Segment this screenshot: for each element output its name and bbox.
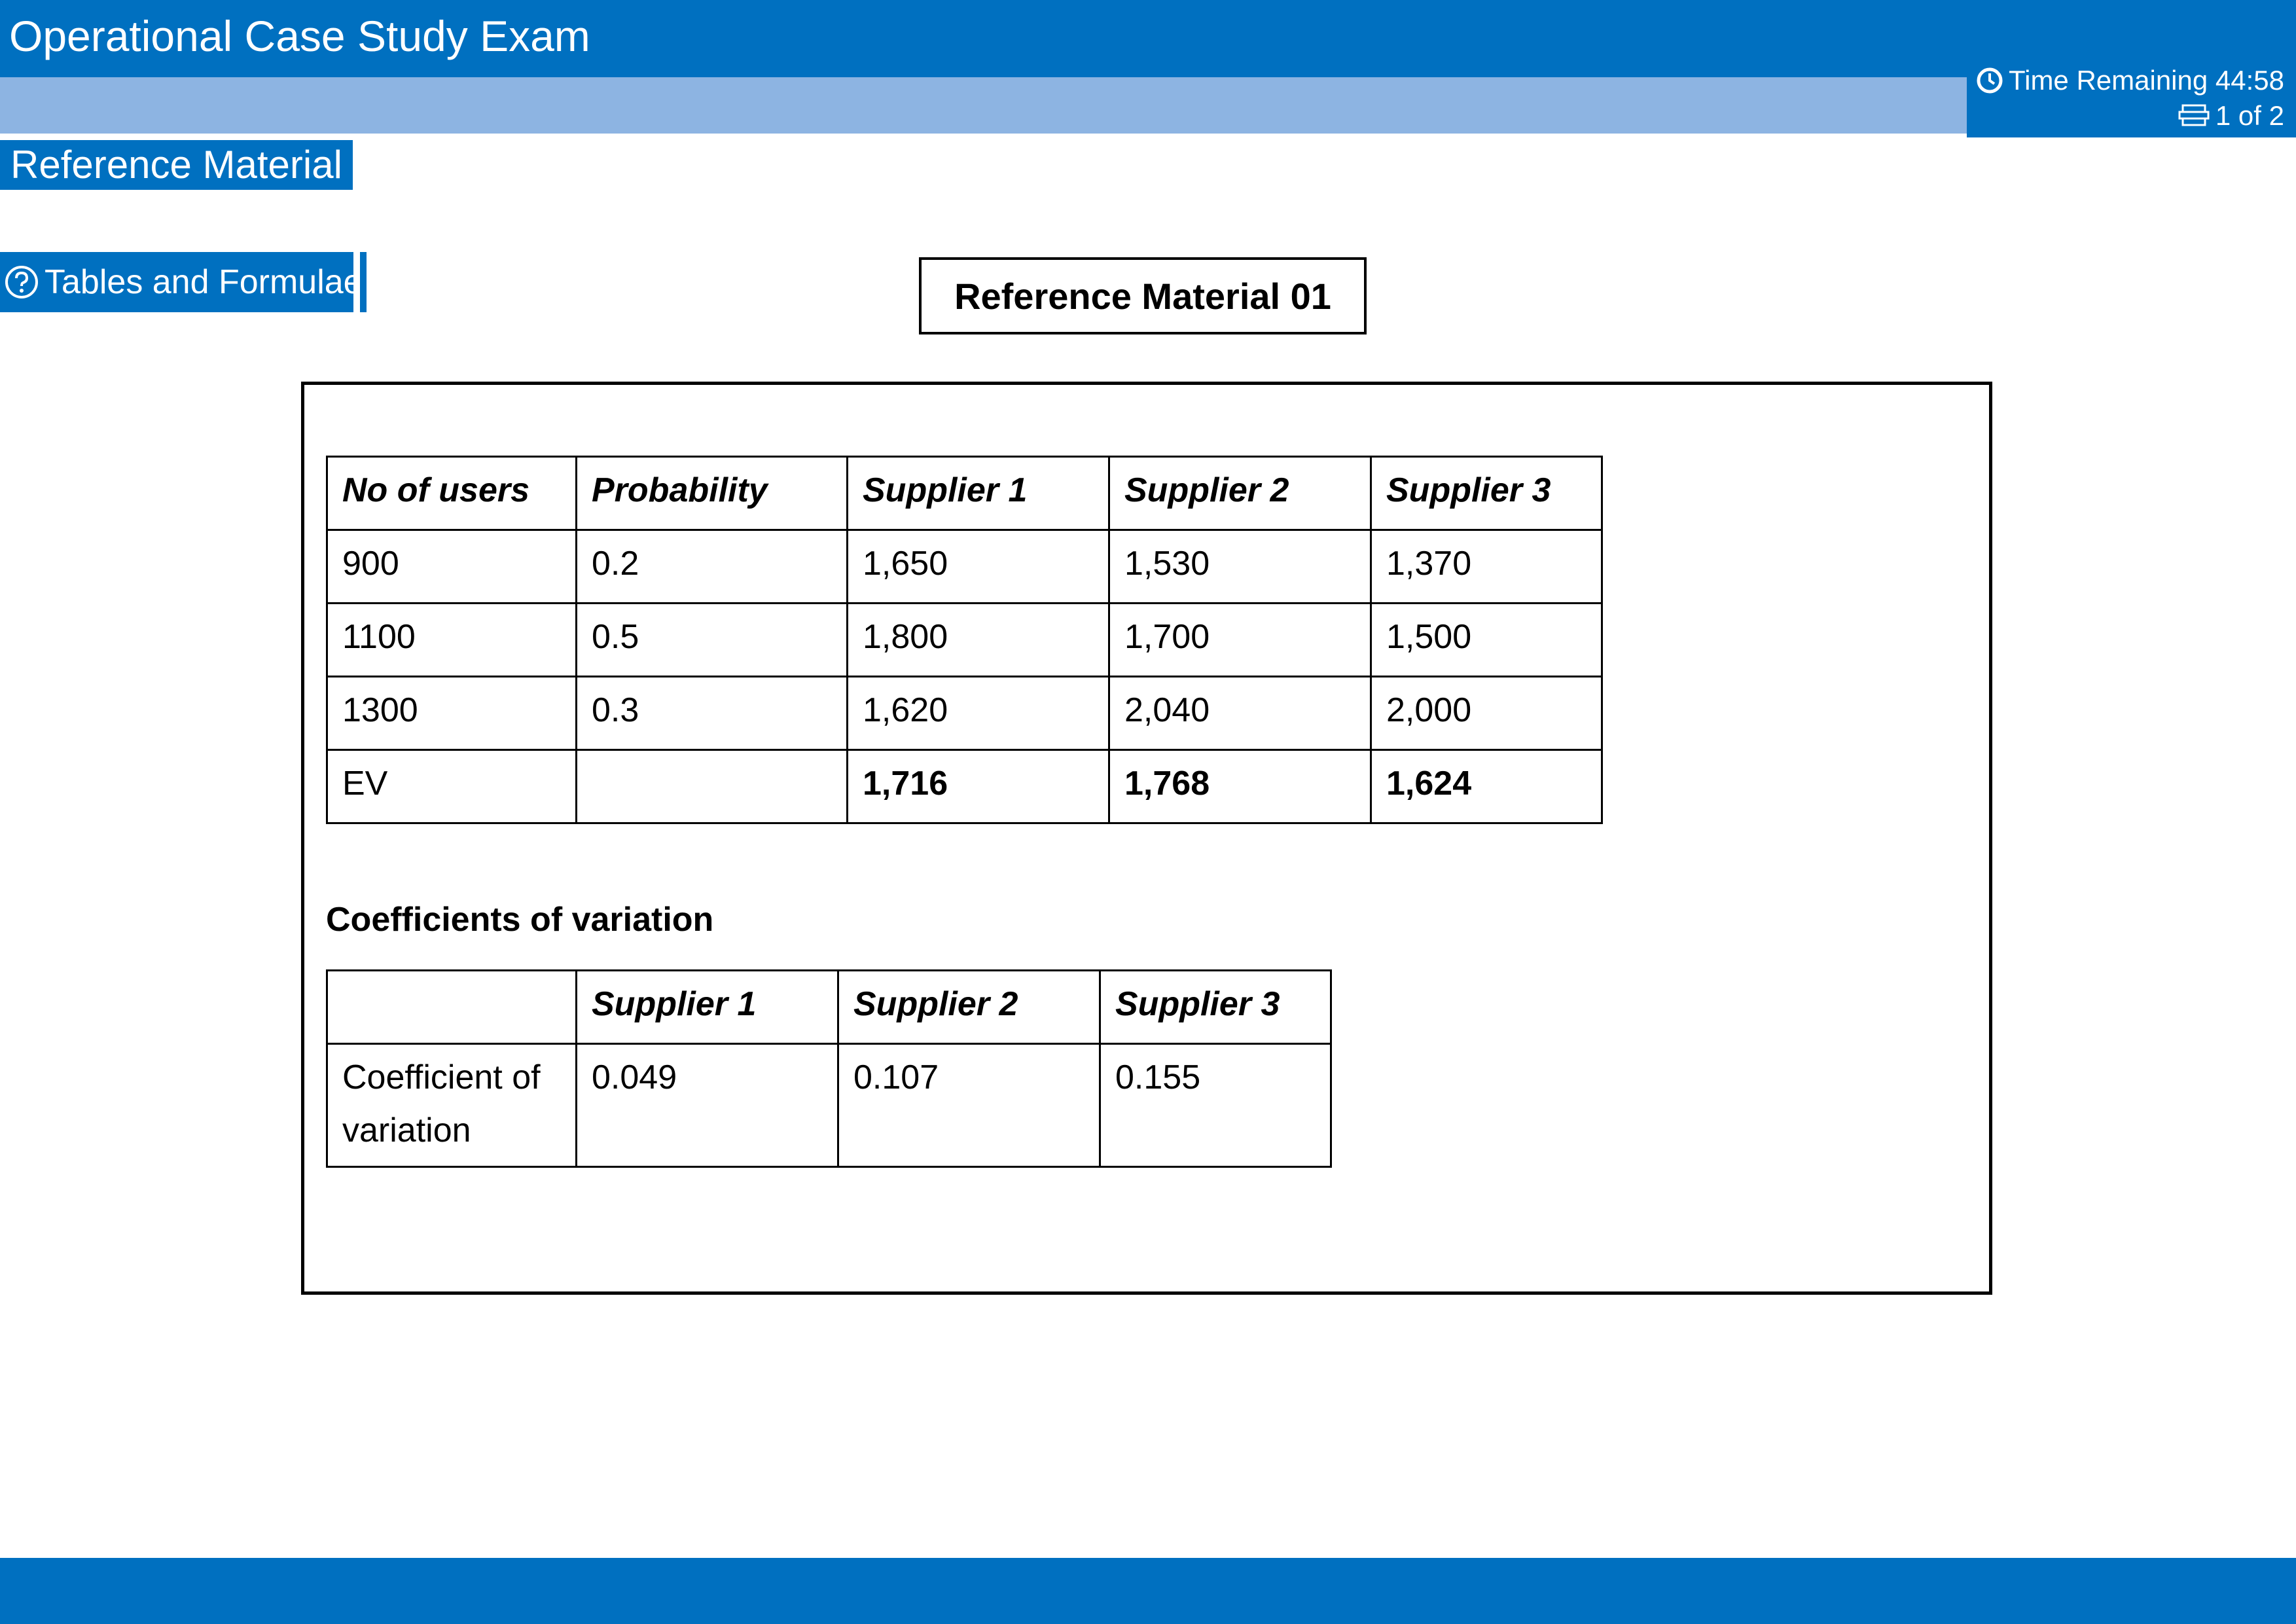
table-cell: 1100 — [326, 602, 577, 677]
table-cell: 0.5 — [575, 602, 848, 677]
table-header-row: No of users Probability Supplier 1 Suppl… — [326, 456, 1603, 531]
table-row: 1100 0.5 1,800 1,700 1,500 — [326, 602, 1603, 677]
column-header: Supplier 1 — [846, 456, 1110, 531]
table-cell: EV — [326, 749, 577, 824]
footer-bar — [0, 1558, 2296, 1624]
column-header: Supplier 2 — [1108, 456, 1372, 531]
table-row: 900 0.2 1,650 1,530 1,370 — [326, 529, 1603, 604]
expected-value-table: No of users Probability Supplier 1 Suppl… — [326, 456, 1603, 824]
page-indicator: 1 of 2 — [2178, 102, 2284, 130]
reference-material-heading: Reference Material 01 — [919, 257, 1367, 334]
table-cell: 1,620 — [846, 676, 1110, 751]
table-cell: 0.049 — [575, 1043, 839, 1168]
page-indicator-text: 1 of 2 — [2215, 100, 2284, 131]
table-cell: 1300 — [326, 676, 577, 751]
title-bar: Operational Case Study Exam — [0, 0, 2296, 77]
tables-and-formulae-label: Tables and Formulae — [45, 263, 363, 301]
app-title: Operational Case Study Exam — [9, 12, 590, 60]
table-cell: 1,370 — [1370, 529, 1603, 604]
exam-status-panel: Time Remaining 44:58 1 of 2 — [1967, 62, 2296, 137]
tables-and-formulae-button[interactable]: Tables and Formulae — [0, 252, 367, 312]
table-cell: 0.155 — [1099, 1043, 1332, 1168]
column-header: Supplier 1 — [575, 969, 839, 1045]
table-header-row: Supplier 1 Supplier 2 Supplier 3 — [326, 969, 1332, 1045]
table-cell: 1,500 — [1370, 602, 1603, 677]
table-cell — [575, 749, 848, 824]
table-row: Coefficient of variation 0.049 0.107 0.1… — [326, 1043, 1332, 1168]
clock-icon — [1977, 67, 2003, 94]
column-header: Probability — [575, 456, 848, 531]
table-cell: 900 — [326, 529, 577, 604]
sub-header-bar — [0, 77, 1967, 134]
column-header: No of users — [326, 456, 577, 531]
table-cell: 2,000 — [1370, 676, 1603, 751]
ev-value-cell: 1,624 — [1370, 749, 1603, 824]
column-header — [326, 969, 577, 1045]
column-header: Supplier 2 — [837, 969, 1101, 1045]
ev-value-cell: 1,768 — [1108, 749, 1372, 824]
coefficient-of-variation-table: Supplier 1 Supplier 2 Supplier 3 Coeffic… — [326, 969, 1332, 1168]
reference-material-frame: No of users Probability Supplier 1 Suppl… — [301, 382, 1992, 1295]
question-circle-icon — [5, 266, 38, 298]
table-cell: 1,700 — [1108, 602, 1372, 677]
table-cell: 0.2 — [575, 529, 848, 604]
column-header: Supplier 3 — [1370, 456, 1603, 531]
table-cell: 1,800 — [846, 602, 1110, 677]
table-cell: Coefficient of variation — [326, 1043, 577, 1168]
table-row: 1300 0.3 1,620 2,040 2,000 — [326, 676, 1603, 751]
table-cell: 0.107 — [837, 1043, 1101, 1168]
table-cell: 1,650 — [846, 529, 1110, 604]
table-cell: 1,530 — [1108, 529, 1372, 604]
time-remaining: Time Remaining 44:58 — [1976, 67, 2284, 94]
table-cell: 0.3 — [575, 676, 848, 751]
time-remaining-text: Time Remaining 44:58 — [2009, 65, 2284, 96]
column-header: Supplier 3 — [1099, 969, 1332, 1045]
coefficients-heading: Coefficients of variation — [326, 901, 714, 939]
section-title: Reference Material — [0, 140, 353, 190]
ev-value-cell: 1,716 — [846, 749, 1110, 824]
table-cell: 2,040 — [1108, 676, 1372, 751]
ev-total-row: EV 1,716 1,768 1,624 — [326, 749, 1603, 824]
document-stack-icon — [2178, 104, 2210, 126]
